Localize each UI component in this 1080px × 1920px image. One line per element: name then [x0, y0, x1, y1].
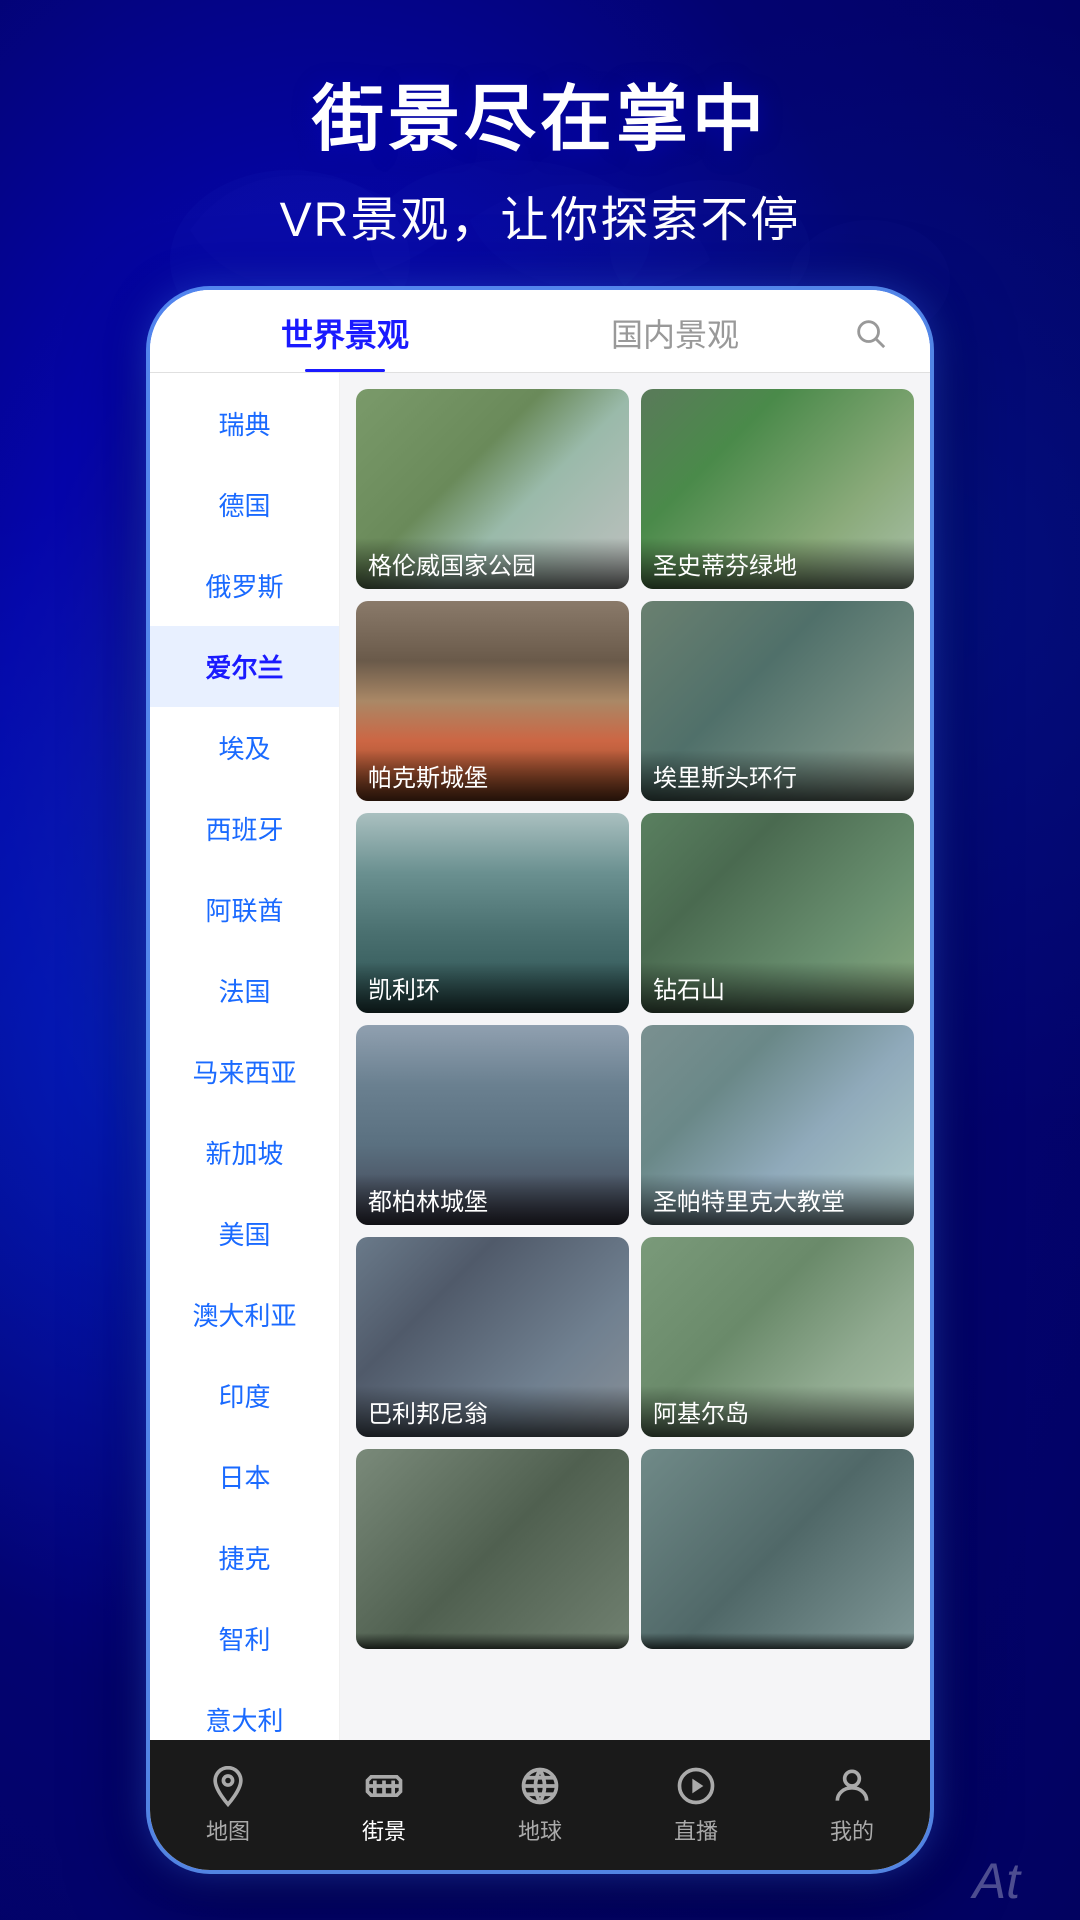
- nav-globe[interactable]: 地球: [518, 1764, 562, 1846]
- card-parkes-castle[interactable]: 帕克斯城堡: [356, 601, 629, 801]
- bottom-at-text: At: [973, 1852, 1020, 1910]
- card-4-label: 埃里斯头环行: [641, 750, 914, 801]
- country-czech[interactable]: 捷克: [150, 1517, 339, 1598]
- country-sweden[interactable]: 瑞典: [150, 383, 339, 464]
- card-eris-head[interactable]: 埃里斯头环行: [641, 601, 914, 801]
- country-india[interactable]: 印度: [150, 1355, 339, 1436]
- grid-row-2: 帕克斯城堡 埃里斯头环行: [356, 601, 914, 801]
- card-1-label: 格伦威国家公园: [356, 538, 629, 589]
- nav-globe-label: 地球: [518, 1814, 562, 1846]
- card-ballybunion[interactable]: 巴利邦尼翁: [356, 1237, 629, 1437]
- card-extra-1-label: [356, 1633, 629, 1649]
- card-diamond-hill[interactable]: 钻石山: [641, 813, 914, 1013]
- phone-inner: 世界景观 国内景观 瑞典 德国 俄罗斯 爱尔兰 埃及 西班牙 阿联酋 法国: [150, 290, 930, 1870]
- card-kerry[interactable]: 凯利环: [356, 813, 629, 1013]
- nav-profile-label: 我的: [830, 1814, 874, 1846]
- hero-subtitle: VR景观，让你探索不停: [0, 180, 1080, 250]
- card-extra-2-image: [641, 1449, 914, 1649]
- card-extra-1-image: [356, 1449, 629, 1649]
- nav-street[interactable]: 街景: [362, 1764, 406, 1846]
- grid-row-3: 凯利环 钻石山: [356, 813, 914, 1013]
- card-6-label: 钻石山: [641, 962, 914, 1013]
- grid-row-1: 格伦威国家公园 圣史蒂芬绿地: [356, 389, 914, 589]
- scene-grid: 格伦威国家公园 圣史蒂芬绿地 帕克斯城堡 埃里斯头环行: [340, 373, 930, 1740]
- bottom-nav: 地图 街景 地球: [150, 1740, 930, 1870]
- tab-world[interactable]: 世界景观: [180, 310, 510, 372]
- grid-row-4: 都柏林城堡 圣帕特里克大教堂: [356, 1025, 914, 1225]
- nav-map-label: 地图: [206, 1814, 250, 1846]
- country-egypt[interactable]: 埃及: [150, 707, 339, 788]
- hero-title: 街景尽在掌中: [0, 60, 1080, 165]
- card-8-label: 圣帕特里克大教堂: [641, 1174, 914, 1225]
- content-area: 瑞典 德国 俄罗斯 爱尔兰 埃及 西班牙 阿联酋 法国 马来西亚 新加坡 美国 …: [150, 373, 930, 1740]
- card-5-label: 凯利环: [356, 962, 629, 1013]
- nav-street-label: 街景: [362, 1814, 406, 1846]
- country-japan[interactable]: 日本: [150, 1436, 339, 1517]
- nav-live[interactable]: 直播: [674, 1764, 718, 1846]
- nav-map[interactable]: 地图: [206, 1764, 250, 1846]
- card-3-label: 帕克斯城堡: [356, 750, 629, 801]
- phone-frame: 世界景观 国内景观 瑞典 德国 俄罗斯 爱尔兰 埃及 西班牙 阿联酋 法国: [150, 290, 930, 1870]
- card-extra-2-label: [641, 1633, 914, 1649]
- country-russia[interactable]: 俄罗斯: [150, 545, 339, 626]
- country-uae[interactable]: 阿联酋: [150, 869, 339, 950]
- grid-row-5: 巴利邦尼翁 阿基尔岛: [356, 1237, 914, 1437]
- card-achill[interactable]: 阿基尔岛: [641, 1237, 914, 1437]
- card-st-patrick[interactable]: 圣帕特里克大教堂: [641, 1025, 914, 1225]
- card-2-label: 圣史蒂芬绿地: [641, 538, 914, 589]
- card-9-label: 巴利邦尼翁: [356, 1386, 629, 1437]
- card-dublin-castle[interactable]: 都柏林城堡: [356, 1025, 629, 1225]
- card-st-stephen[interactable]: 圣史蒂芬绿地: [641, 389, 914, 589]
- country-usa[interactable]: 美国: [150, 1193, 339, 1274]
- country-italy[interactable]: 意大利: [150, 1679, 339, 1740]
- card-extra-1[interactable]: [356, 1449, 629, 1649]
- card-10-label: 阿基尔岛: [641, 1386, 914, 1437]
- country-malaysia[interactable]: 马来西亚: [150, 1031, 339, 1112]
- grid-row-6: [356, 1449, 914, 1649]
- tab-domestic[interactable]: 国内景观: [510, 310, 840, 372]
- card-7-label: 都柏林城堡: [356, 1174, 629, 1225]
- card-glen-veagh[interactable]: 格伦威国家公园: [356, 389, 629, 589]
- nav-profile[interactable]: 我的: [830, 1764, 874, 1846]
- country-spain[interactable]: 西班牙: [150, 788, 339, 869]
- nav-live-label: 直播: [674, 1814, 718, 1846]
- country-australia[interactable]: 澳大利亚: [150, 1274, 339, 1355]
- country-france[interactable]: 法国: [150, 950, 339, 1031]
- country-sidebar: 瑞典 德国 俄罗斯 爱尔兰 埃及 西班牙 阿联酋 法国 马来西亚 新加坡 美国 …: [150, 373, 340, 1740]
- country-ireland[interactable]: 爱尔兰: [150, 626, 339, 707]
- tab-bar: 世界景观 国内景观: [150, 290, 930, 373]
- country-singapore[interactable]: 新加坡: [150, 1112, 339, 1193]
- country-chile[interactable]: 智利: [150, 1598, 339, 1679]
- search-icon[interactable]: [840, 316, 900, 366]
- country-germany[interactable]: 德国: [150, 464, 339, 545]
- card-extra-2[interactable]: [641, 1449, 914, 1649]
